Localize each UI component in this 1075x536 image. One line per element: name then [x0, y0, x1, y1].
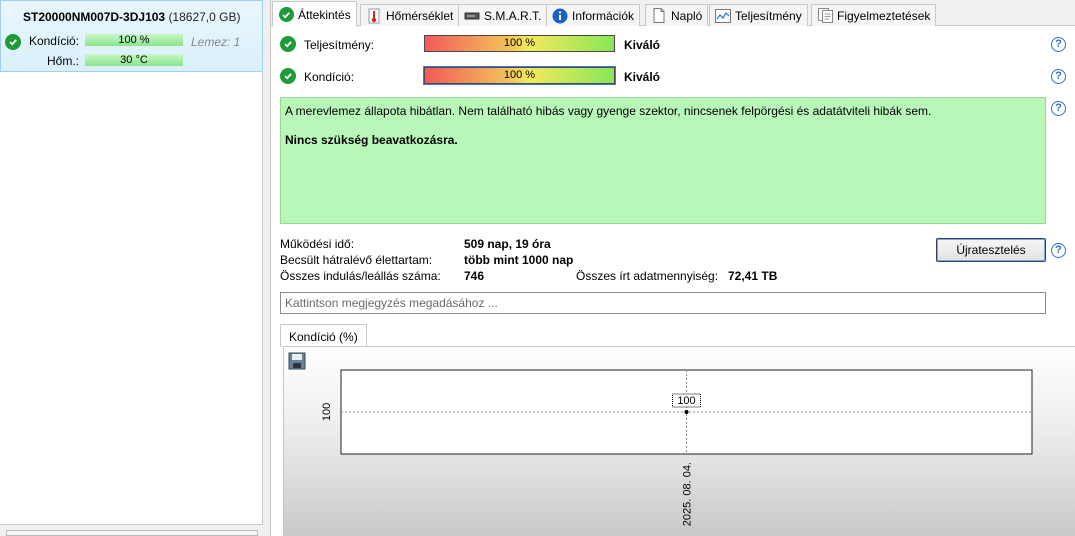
tab-smart-label: S.M.A.R.T. — [484, 8, 542, 23]
drive-size: (18627,0 GB) — [168, 10, 241, 24]
startstop-value: 746 — [464, 269, 485, 283]
status-message-box: A merevlemez állapota hibátlan. Nem talá… — [280, 97, 1046, 224]
uptime-label: Működési idő: — [280, 237, 355, 251]
written-label: Összes írt adatmennyiség: — [576, 269, 719, 283]
written-value: 72,41 TB — [728, 269, 778, 283]
tab-performance-label: Teljesítmény — [735, 8, 802, 23]
status-help-icon[interactable]: ? — [1051, 101, 1066, 116]
tab-information-label: Információk — [572, 8, 635, 23]
tab-temperature-label: Hőmérséklet — [386, 8, 454, 23]
app-window: ST20000NM007D-3DJ103 (18627,0 GB) Kondíc… — [0, 0, 1075, 536]
condition-label: Kondíció: — [304, 70, 355, 84]
tab-log[interactable]: Napló — [645, 4, 709, 26]
lifetime-label: Becsült hátralévő élettartam: — [280, 253, 433, 267]
chart-data-label: 100 — [677, 395, 695, 407]
condition-rating: Kiváló — [624, 70, 661, 84]
drive-list-panel: ST20000NM007D-3DJ103 (18627,0 GB) Kondíc… — [0, 0, 263, 536]
performance-chart-icon — [715, 8, 731, 24]
drive-icon — [464, 8, 480, 24]
performance-ok-icon — [280, 36, 296, 52]
condition-help-icon[interactable]: ? — [1051, 69, 1066, 84]
chart-data-point — [684, 410, 689, 414]
drive-card[interactable]: ST20000NM007D-3DJ103 (18627,0 GB) Kondíc… — [0, 0, 263, 72]
performance-label: Teljesítmény: — [304, 38, 375, 52]
performance-bar: 100 % — [424, 35, 615, 52]
chart-x-tick-label: 2025. 08. 04. — [682, 462, 694, 526]
startstop-label: Összes indulás/leállás száma: — [280, 269, 441, 283]
tab-smart[interactable]: S.M.A.R.T. — [458, 4, 548, 26]
drive-temp-label: Hőm.: — [46, 54, 79, 68]
tab-performance[interactable]: Teljesítmény — [709, 4, 808, 26]
chart-y-tick-label: 100 — [321, 403, 333, 421]
uptime-value: 509 nap, 19 óra — [464, 237, 551, 251]
left-pane-scrollbar[interactable] — [6, 530, 258, 536]
lifetime-value: több mint 1000 nap — [464, 253, 574, 267]
drive-condition-label: Kondíció: — [28, 34, 79, 48]
performance-rating: Kiváló — [624, 38, 661, 52]
check-circle-icon — [278, 7, 294, 22]
tab-warnings[interactable]: Figyelmeztetések — [811, 4, 937, 26]
condition-bar: 100 % — [423, 66, 616, 85]
retest-button[interactable]: Újratesztelés — [936, 238, 1046, 262]
chart-svg: 100 2025. 08. 04. 100 — [321, 369, 1033, 526]
status-action: Nincs szükség beavatkozásra. — [285, 133, 458, 147]
chart-tab-condition[interactable]: Kondíció (%) — [280, 324, 367, 347]
retest-help-icon[interactable]: ? — [1051, 243, 1066, 258]
tab-log-label: Napló — [671, 8, 703, 23]
drive-condition-bar: 100 % — [85, 34, 183, 46]
tab-temperature[interactable]: Hőmérséklet — [360, 4, 460, 26]
status-message: A merevlemez állapota hibátlan. Nem talá… — [285, 104, 932, 118]
condition-ok-icon — [280, 68, 296, 84]
detail-panel: Áttekintés Hőmérséklet S.M.A.R.T. Inform… — [270, 0, 1075, 536]
thermometer-icon — [366, 8, 382, 24]
tab-warnings-label: Figyelmeztetések — [837, 8, 931, 23]
document-icon — [651, 8, 667, 24]
condition-chart: 100 2025. 08. 04. 100 — [283, 346, 1075, 536]
tab-information[interactable]: Információk — [546, 4, 641, 26]
drive-disk-number: Lemez: 1 — [191, 35, 241, 49]
drive-name: ST20000NM007D-3DJ103 — [23, 10, 166, 24]
drive-title: ST20000NM007D-3DJ103 (18627,0 GB) — [23, 10, 240, 24]
tab-bar: Áttekintés Hőmérséklet S.M.A.R.T. Inform… — [271, 0, 1075, 27]
performance-help-icon[interactable]: ? — [1051, 37, 1066, 52]
tab-overview-label: Áttekintés — [298, 7, 351, 22]
info-icon — [552, 8, 568, 24]
note-input[interactable] — [280, 292, 1046, 314]
warnings-icon — [817, 8, 833, 24]
drive-temp-bar: 30 °C — [85, 54, 183, 66]
tab-overview[interactable]: Áttekintés — [272, 1, 357, 27]
